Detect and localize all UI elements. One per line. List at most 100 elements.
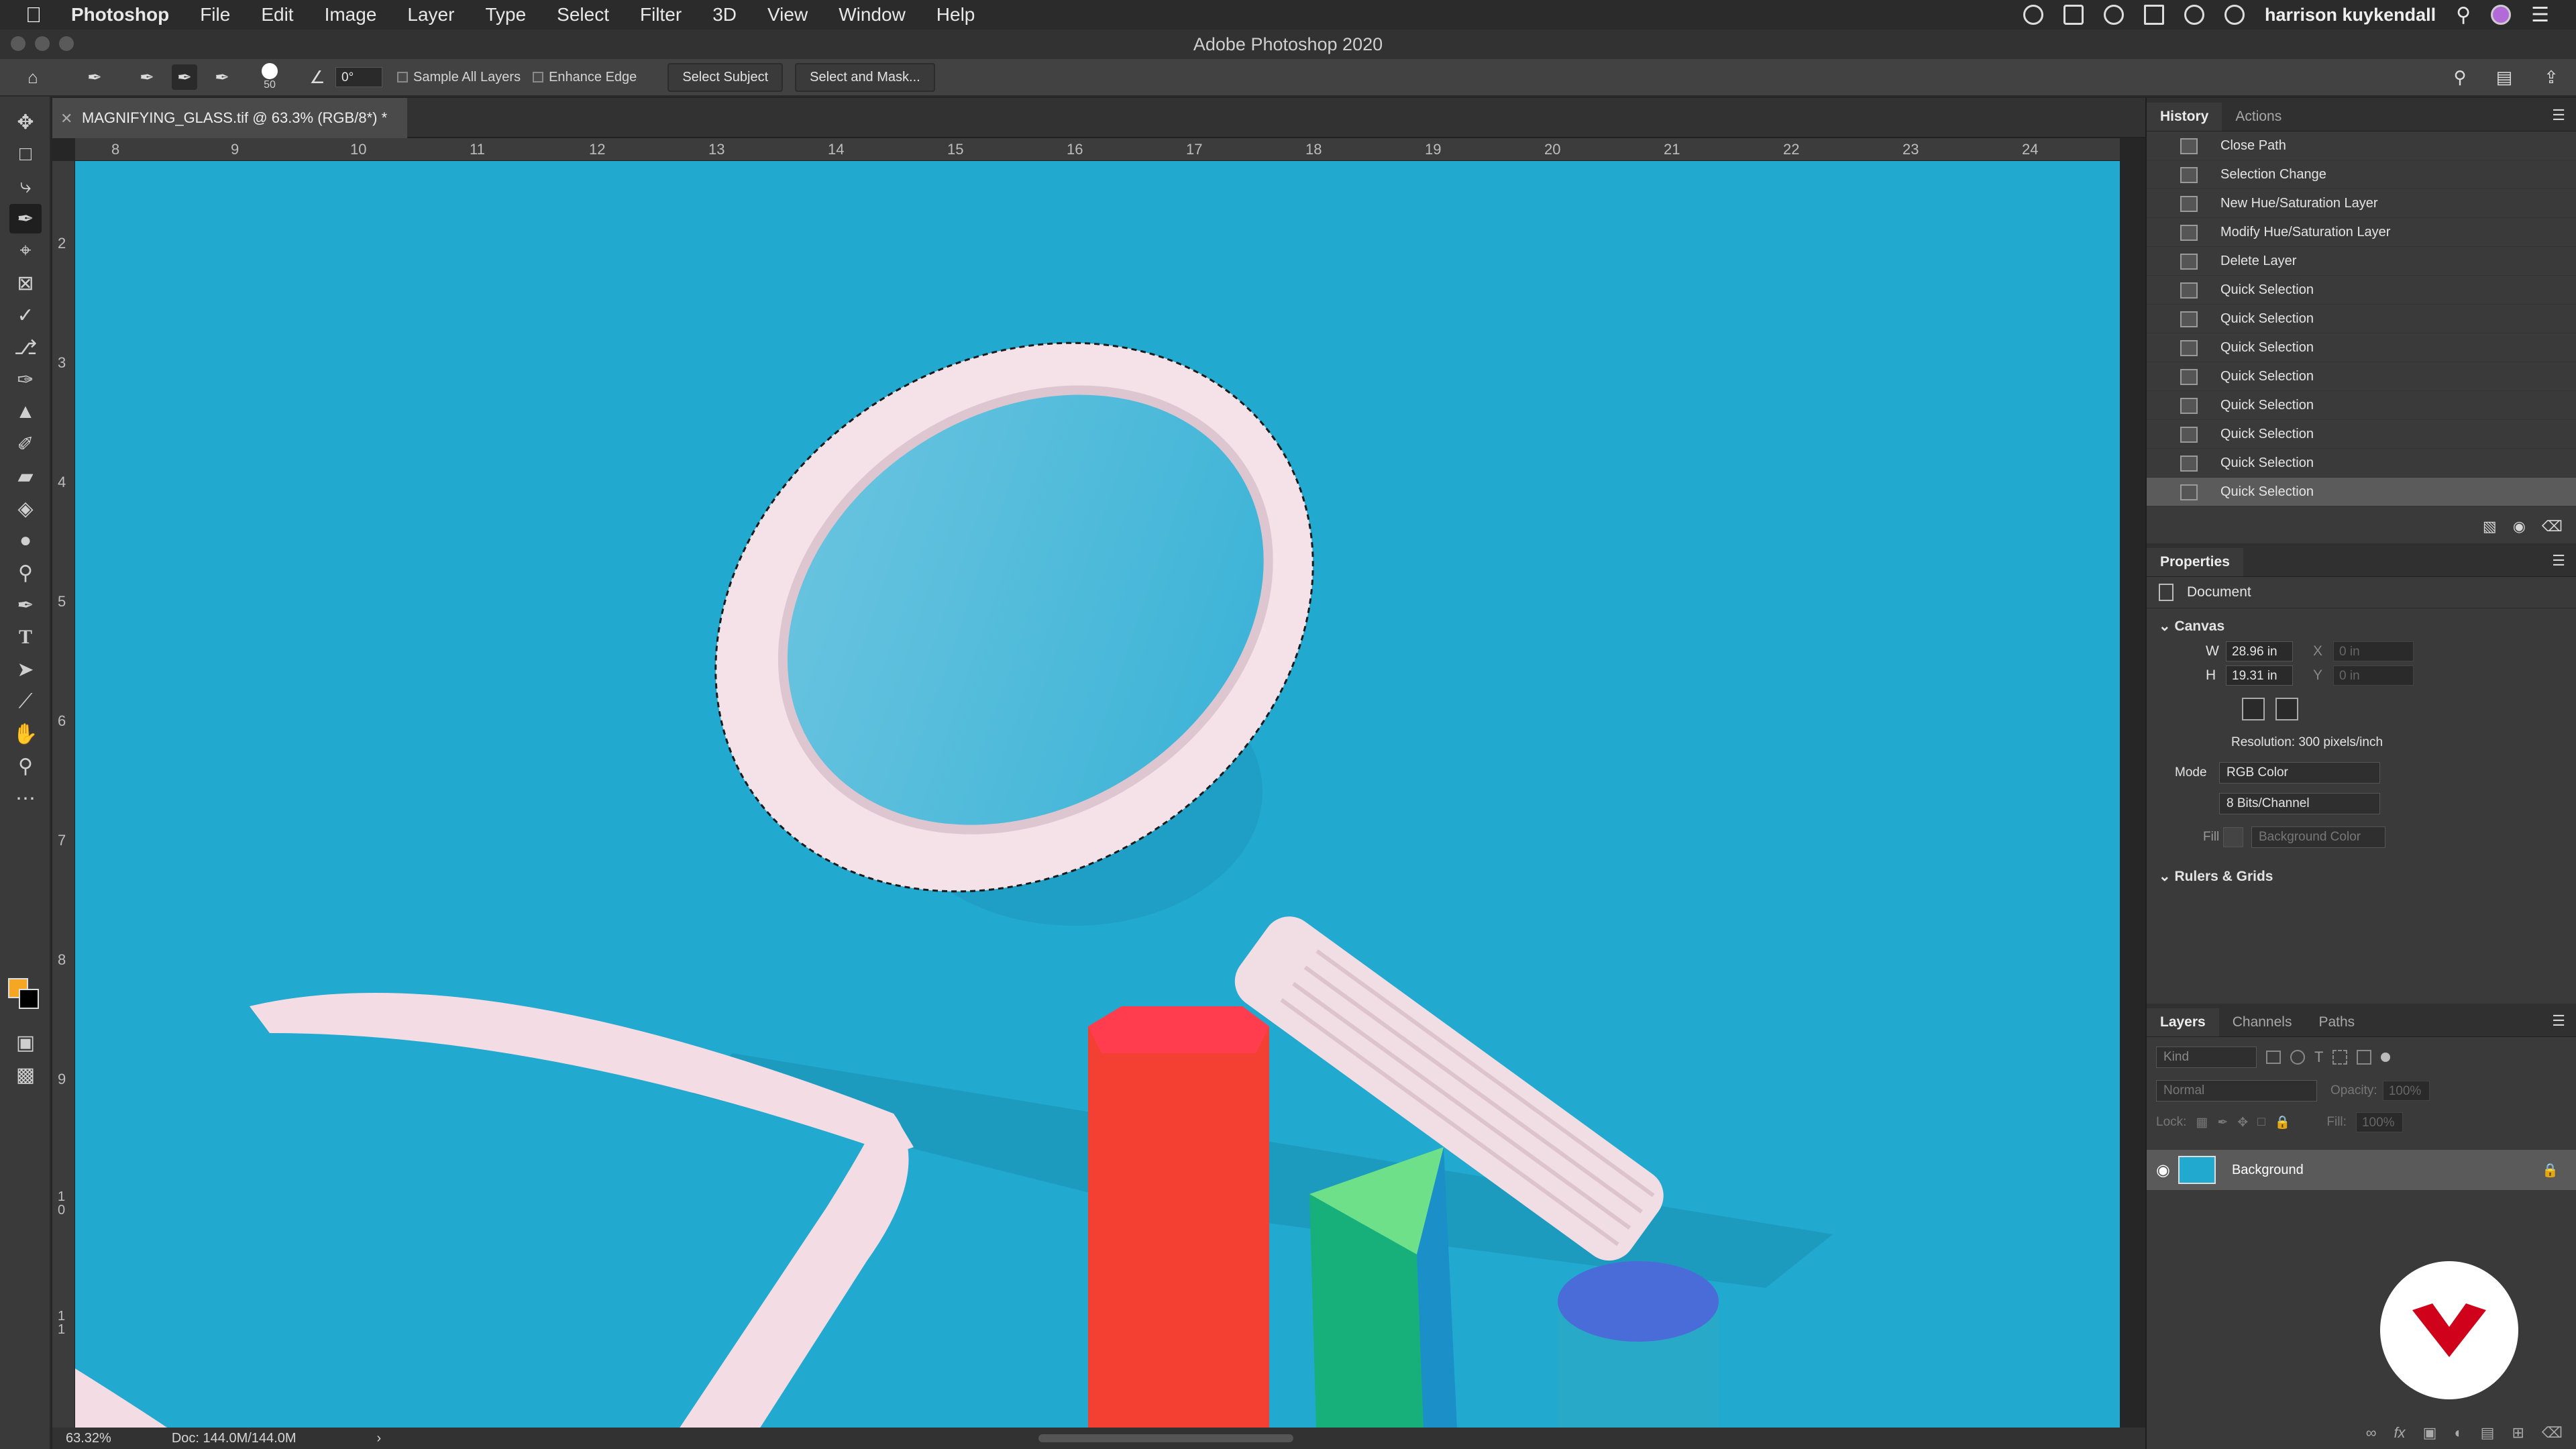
dropbox-icon[interactable] [2144, 5, 2165, 25]
path-selection-tool-icon[interactable]: ➤ [9, 655, 42, 684]
marquee-tool-icon[interactable]: □ [9, 140, 42, 169]
status-menu-arrow-icon[interactable]: › [377, 1431, 382, 1446]
panel-menu-icon[interactable]: ☰ [2552, 1012, 2565, 1030]
lock-position-icon[interactable]: ✥ [2237, 1115, 2248, 1130]
history-item[interactable]: Selection Change [2147, 160, 2576, 189]
menu-help[interactable]: Help [936, 4, 975, 25]
panel-menu-icon[interactable]: ☰ [2552, 552, 2565, 570]
history-item[interactable]: Quick Selection [2147, 276, 2576, 305]
canvas-width-field[interactable]: 28.96 in [2226, 641, 2293, 661]
user-name[interactable]: harrison kuykendall [2265, 5, 2436, 25]
doc-size[interactable]: Doc: 144.0M/144.0M [172, 1431, 297, 1446]
angle-field[interactable]: 0° [335, 67, 382, 87]
close-window-icon[interactable] [11, 36, 25, 51]
history-item-current[interactable]: Quick Selection [2147, 478, 2576, 506]
history-item[interactable]: Close Path [2147, 131, 2576, 160]
color-mode-select[interactable]: RGB Color [2219, 762, 2380, 784]
history-item[interactable]: Quick Selection [2147, 362, 2576, 391]
apple-icon[interactable]:  [25, 4, 44, 25]
blend-mode-select[interactable]: Normal [2156, 1080, 2317, 1102]
lock-artboard-icon[interactable]: □ [2257, 1115, 2265, 1130]
record-icon[interactable] [2023, 5, 2044, 25]
canvas-height-field[interactable]: 19.31 in [2226, 665, 2293, 686]
landscape-orientation-icon[interactable] [2275, 698, 2298, 720]
bit-depth-select[interactable]: 8 Bits/Channel [2219, 793, 2380, 814]
background-color-swatch[interactable] [19, 989, 39, 1009]
tab-actions[interactable]: Actions [2222, 103, 2295, 131]
layer-row-background[interactable]: ◉ Background 🔒 [2147, 1150, 2576, 1190]
menu-filter[interactable]: Filter [640, 4, 682, 25]
history-item[interactable]: Quick Selection [2147, 305, 2576, 333]
blur-tool-icon[interactable]: ● [9, 526, 42, 555]
screen-mode-icon[interactable]: ▩ [9, 1060, 42, 1089]
history-brush-tool-icon[interactable]: ✐ [9, 429, 42, 459]
menu-layer[interactable]: Layer [407, 4, 454, 25]
sample-all-layers-checkbox[interactable]: Sample All Layers [397, 70, 521, 85]
select-subject-button[interactable]: Select Subject [667, 62, 784, 92]
share-icon[interactable]: ⇪ [2538, 64, 2564, 90]
bluetooth-icon[interactable] [2184, 5, 2205, 25]
minimize-window-icon[interactable] [35, 36, 50, 51]
menu-image[interactable]: Image [325, 4, 377, 25]
frame-tool-icon[interactable]: ⊠ [9, 268, 42, 298]
new-selection-icon[interactable]: ✒ [134, 64, 160, 90]
menu-view[interactable]: View [767, 4, 808, 25]
zoom-tool-icon[interactable]: ⚲ [9, 751, 42, 781]
tab-layers[interactable]: Layers [2147, 1008, 2219, 1036]
crop-tool-icon[interactable]: ⌖ [9, 236, 42, 266]
cloud-icon[interactable] [2104, 5, 2125, 25]
search-icon[interactable]: ⚲ [2456, 3, 2471, 27]
visibility-eye-icon[interactable]: ◉ [2156, 1161, 2170, 1180]
layer-kind-filter[interactable]: Kind [2156, 1046, 2257, 1068]
add-selection-icon[interactable]: ✒ [172, 64, 197, 90]
eraser-tool-icon[interactable]: ▰ [9, 462, 42, 491]
history-item[interactable]: New Hue/Saturation Layer [2147, 189, 2576, 218]
close-tab-icon[interactable]: ✕ [60, 110, 72, 127]
type-tool-icon[interactable]: T [9, 623, 42, 652]
siri-icon[interactable] [2491, 5, 2512, 25]
display-icon[interactable] [2063, 5, 2084, 25]
history-item[interactable]: Quick Selection [2147, 391, 2576, 420]
tab-channels[interactable]: Channels [2219, 1008, 2306, 1036]
healing-brush-tool-icon[interactable]: ⎇ [9, 333, 42, 362]
brush-size-picker[interactable]: 50 [262, 63, 278, 91]
menu-select[interactable]: Select [557, 4, 609, 25]
delete-layer-icon[interactable]: ⌫ [2542, 1424, 2563, 1442]
eyedropper-tool-icon[interactable]: ✓ [9, 301, 42, 330]
quick-selection-tool-icon[interactable]: ✒ [9, 204, 42, 233]
filter-type-icon[interactable]: T [2314, 1049, 2323, 1066]
more-tools-icon[interactable]: ⋯ [9, 784, 42, 813]
clone-stamp-tool-icon[interactable]: ▲ [9, 397, 42, 427]
new-group-icon[interactable]: ▤ [2481, 1424, 2495, 1442]
canvas-y-field[interactable]: 0 in [2333, 665, 2414, 686]
history-item[interactable]: Quick Selection [2147, 420, 2576, 449]
history-item[interactable]: Delete Layer [2147, 247, 2576, 276]
history-item[interactable]: Quick Selection [2147, 449, 2576, 478]
canvas-section-header[interactable]: ⌄ Canvas [2159, 618, 2564, 635]
search-icon[interactable]: ⚲ [2447, 64, 2473, 90]
fill-select[interactable]: Background Color [2251, 826, 2385, 848]
move-tool-icon[interactable]: ✥ [9, 107, 42, 137]
workspace-icon[interactable]: ▤ [2491, 64, 2517, 90]
trash-icon[interactable]: ⌫ [2542, 518, 2563, 535]
wifi-icon[interactable] [2224, 5, 2245, 25]
opacity-field[interactable]: 100% [2382, 1081, 2430, 1101]
tab-properties[interactable]: Properties [2147, 548, 2243, 576]
snapshot-icon[interactable]: ◉ [2513, 518, 2526, 535]
notifications-icon[interactable]: ☰ [2531, 3, 2549, 27]
fx-icon[interactable]: fx [2394, 1424, 2405, 1442]
link-layers-icon[interactable]: ∞ [2366, 1424, 2377, 1442]
fill-swatch[interactable] [2223, 827, 2243, 847]
line-tool-icon[interactable]: ⟋ [9, 687, 42, 716]
rulers-grids-header[interactable]: ⌄ Rulers & Grids [2159, 868, 2564, 885]
menu-edit[interactable]: Edit [261, 4, 293, 25]
tab-history[interactable]: History [2147, 103, 2222, 131]
document-tab[interactable]: ✕ MAGNIFYING_GLASS.tif @ 63.3% (RGB/8*) … [52, 98, 408, 138]
filter-adjustment-icon[interactable] [2290, 1050, 2305, 1065]
quick-mask-icon[interactable]: ▣ [9, 1028, 42, 1057]
subtract-selection-icon[interactable]: ✒ [209, 64, 235, 90]
filter-toggle-icon[interactable] [2381, 1053, 2391, 1062]
history-item[interactable]: Modify Hue/Saturation Layer [2147, 218, 2576, 247]
paint-bucket-tool-icon[interactable]: ◈ [9, 494, 42, 523]
menu-app[interactable]: Photoshop [71, 4, 169, 25]
